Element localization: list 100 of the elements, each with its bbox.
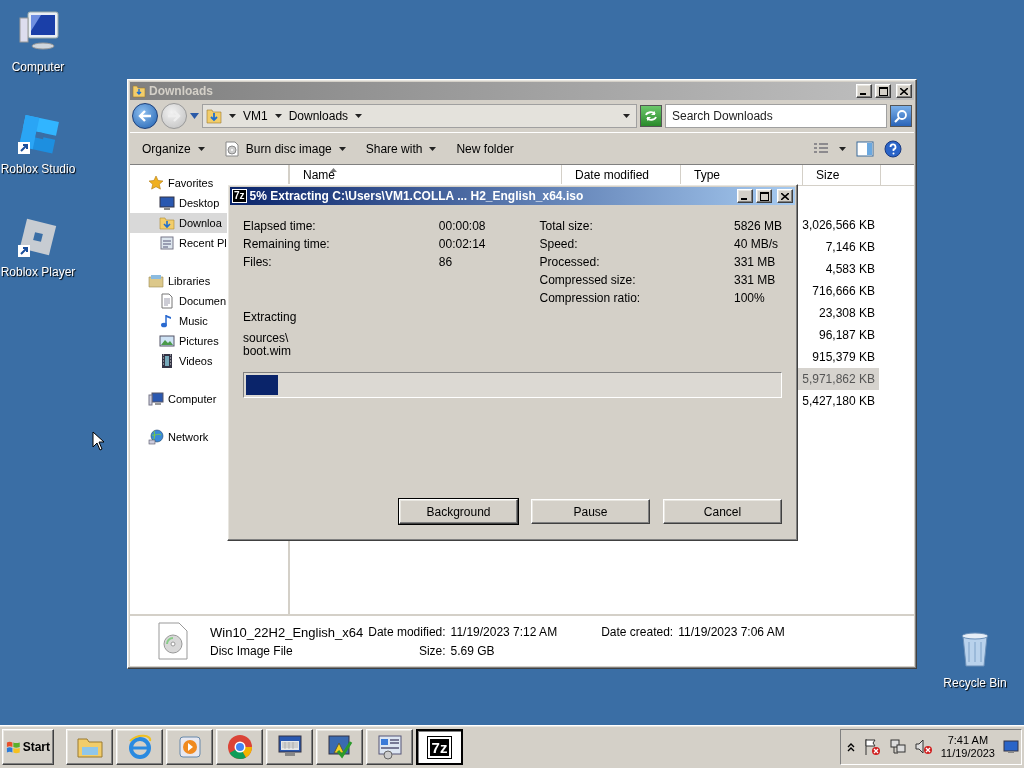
file-name: Win10_22H2_English_x64 — [210, 624, 364, 640]
history-caret-icon[interactable] — [190, 113, 199, 119]
size-cell-text: 716,666 KB — [811, 283, 876, 300]
network-icon[interactable] — [888, 738, 907, 756]
search-field[interactable]: Search Downloads — [665, 104, 887, 128]
desktop-icon-label: Recycle Bin — [943, 676, 1007, 690]
nav-item[interactable]: Libraries — [130, 271, 288, 291]
size-cell-text: 4,583 KB — [824, 261, 876, 278]
nav-label: Libraries — [168, 275, 211, 287]
file-path: boot.wim — [243, 345, 293, 358]
maximize-button[interactable] — [875, 84, 891, 98]
nav-label: Computer — [168, 393, 217, 405]
detail-value: 11/19/2023 7:12 AM — [450, 625, 558, 639]
column-header[interactable]: Size — [803, 165, 881, 185]
toolbar-button[interactable]: Share with — [365, 141, 437, 156]
breadcrumb-item[interactable]: Downloads — [288, 109, 349, 123]
app-logo: 7z — [232, 189, 247, 203]
back-button[interactable] — [132, 103, 158, 129]
speaker-muted-icon[interactable] — [914, 738, 933, 756]
nav-label: Music — [179, 315, 208, 327]
status-text: Extracting — [243, 310, 298, 324]
minimize-button[interactable] — [737, 189, 753, 203]
caret-icon — [338, 146, 346, 151]
detail-label: Date created: — [601, 625, 674, 639]
nav-label: Videos — [179, 355, 213, 367]
search-button[interactable] — [890, 105, 912, 127]
document-icon — [159, 293, 175, 309]
stat-value: 00:00:08 — [438, 219, 486, 233]
start-button[interactable]: Start — [2, 729, 54, 765]
caret-icon — [274, 114, 282, 118]
stat-label: Processed: — [539, 255, 601, 269]
picture-icon — [159, 333, 175, 349]
detail-label: Size: — [417, 643, 446, 658]
film-icon — [159, 353, 175, 369]
flag-icon[interactable] — [862, 738, 881, 756]
taskbar-button[interactable] — [116, 729, 163, 765]
dropdown-caret-icon — [623, 114, 630, 118]
globe-icon — [148, 429, 164, 445]
maximize-button[interactable] — [756, 189, 772, 203]
show-desktop-icon[interactable] — [1003, 740, 1019, 754]
stat-value: 40 MB/s — [733, 237, 779, 251]
nav-label: Downloa — [179, 217, 222, 229]
clock[interactable]: 7:41 AM 11/19/2023 — [940, 734, 995, 760]
window-title: Downloads — [149, 84, 214, 98]
nav-item[interactable]: Documen — [130, 291, 288, 311]
taskbar-button[interactable] — [216, 729, 263, 765]
size-cell-text: 7,146 KB — [824, 239, 876, 256]
close-icon — [900, 87, 908, 95]
taskbar-button[interactable] — [66, 729, 113, 765]
nav-label: Favorites — [168, 177, 214, 189]
app-logo: 7z — [427, 736, 452, 758]
help-icon[interactable] — [884, 139, 902, 158]
stat-value: 100% — [733, 291, 766, 305]
disc-image-file-icon — [158, 622, 188, 660]
size-cell-text: 5,427,180 KB — [801, 393, 876, 410]
stat-value: 331 MB — [733, 273, 777, 287]
close-button[interactable] — [896, 84, 912, 98]
taskbar-button[interactable]: 7z — [416, 729, 463, 765]
taskbar-button[interactable] — [366, 729, 413, 765]
size-cell: 5,971,862 KB — [798, 368, 879, 390]
folder-icon — [159, 215, 175, 231]
detail-value: 11/19/2023 7:06 AM — [678, 625, 785, 639]
dialog-button[interactable]: Cancel — [663, 499, 782, 524]
caret-icon — [429, 146, 437, 151]
taskbar-button[interactable] — [266, 729, 313, 765]
preview-pane-icon[interactable] — [856, 140, 874, 157]
library-icon — [148, 273, 164, 289]
computer-icon — [148, 391, 164, 407]
nav-label: Recent Pl — [179, 237, 227, 249]
recent-icon — [159, 235, 175, 251]
caret-icon — [839, 146, 846, 151]
dialog-button[interactable]: Pause — [531, 499, 650, 524]
dialog-button[interactable]: Background — [399, 499, 518, 524]
monitor-icon — [159, 195, 175, 211]
breadcrumb-item[interactable]: VM1 — [243, 109, 268, 123]
size-cell-text: 23,308 KB — [817, 305, 876, 322]
folder-icon — [132, 84, 146, 98]
caret-icon — [355, 114, 363, 118]
star-icon — [148, 175, 164, 191]
stat-label: Speed: — [539, 237, 579, 251]
toolbar-button[interactable]: Organize — [142, 141, 205, 156]
minimize-button[interactable] — [856, 84, 872, 98]
nav-label: Desktop — [179, 197, 220, 209]
close-button[interactable] — [777, 189, 793, 203]
toolbar-button[interactable]: Burn disc image — [224, 140, 346, 157]
nav-label: Pictures — [179, 335, 219, 347]
address-bar[interactable]: VM1 Downloads — [202, 104, 637, 128]
taskbar-button[interactable] — [166, 729, 213, 765]
stat-label: Compressed size: — [539, 273, 637, 287]
nav-item[interactable]: Computer — [130, 389, 288, 409]
maximize-icon — [759, 191, 769, 201]
nav-item[interactable]: Network — [130, 427, 288, 447]
nav-label: Network — [168, 431, 209, 443]
file-path: sources\ — [243, 332, 290, 345]
taskbar-button[interactable] — [316, 729, 363, 765]
windows-logo-icon — [6, 740, 21, 754]
chevron-up-icon[interactable] — [846, 742, 855, 752]
toolbar-button[interactable]: New folder — [456, 141, 514, 156]
size-cell-text: 915,379 KB — [811, 349, 876, 366]
refresh-button[interactable] — [640, 105, 662, 127]
